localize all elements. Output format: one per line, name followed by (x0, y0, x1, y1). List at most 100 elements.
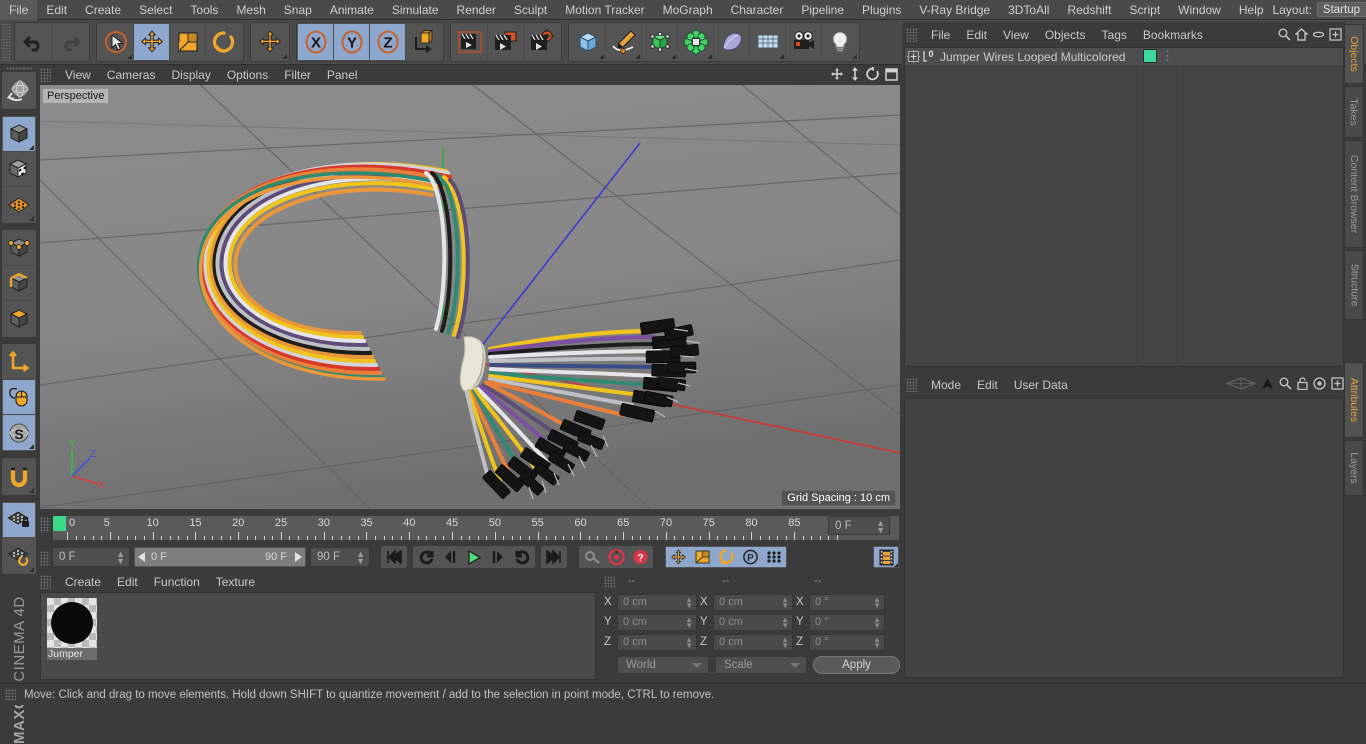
attribute-manager-body[interactable] (904, 398, 1344, 678)
stepper-icon[interactable]: ▲ ▼ (873, 595, 881, 609)
menu-animate[interactable]: Animate (321, 0, 383, 20)
flyout-corner[interactable] (894, 563, 898, 567)
coord-z-size-field[interactable]: 0 cm ▲ ▼ (713, 633, 793, 651)
material-menu-texture[interactable]: Texture (208, 573, 263, 591)
current-frame-field[interactable]: 0 F ▲ ▼ (52, 547, 130, 567)
viewport-menu-options[interactable]: Options (219, 65, 276, 85)
flyout-corner[interactable] (707, 54, 712, 59)
render-view-button[interactable] (452, 24, 488, 60)
maximize-view-icon[interactable] (885, 67, 898, 81)
flyout-corner[interactable] (635, 54, 640, 59)
stepper-icon[interactable]: ▲ ▼ (781, 595, 789, 609)
object-menu-bookmarks[interactable]: Bookmarks (1135, 25, 1211, 45)
record-scale-button[interactable] (690, 547, 714, 567)
plane-icon[interactable] (1226, 377, 1256, 390)
viewport-menu-filter[interactable]: Filter (276, 65, 319, 85)
material-manager-body[interactable]: Jumper (40, 592, 596, 680)
record-pla-button[interactable] (762, 547, 786, 567)
object-menu-tags[interactable]: Tags (1094, 25, 1135, 45)
lock-y-axis[interactable]: Y (334, 24, 370, 60)
menu-window[interactable]: Window (1169, 0, 1230, 20)
lock-icon[interactable] (1297, 377, 1308, 390)
material-menu-function[interactable]: Function (146, 573, 208, 591)
add-scene-object[interactable] (714, 24, 750, 60)
range-right-arrow-icon[interactable] (295, 552, 302, 562)
viewport-menu-panel[interactable]: Panel (319, 65, 366, 85)
add-light[interactable] (822, 24, 858, 60)
stepper-icon[interactable]: ▲ ▼ (356, 550, 365, 566)
object-manager-grip[interactable] (906, 28, 917, 42)
rotate-view-icon[interactable] (866, 67, 880, 81)
search-icon[interactable] (1278, 28, 1291, 41)
live-selection-tool[interactable] (98, 24, 134, 60)
menu-script[interactable]: Script (1120, 0, 1169, 20)
menu-create[interactable]: Create (76, 0, 130, 20)
attribute-menu-mode[interactable]: Mode (923, 375, 969, 395)
toolbar-grip[interactable] (2, 23, 11, 61)
table-row[interactable]: 0 Jumper Wires Looped Multicolored ⋮ (905, 48, 1343, 65)
add-camera[interactable] (786, 24, 822, 60)
null-object-icon[interactable]: 0 (922, 50, 938, 64)
stepper-icon[interactable]: ▲ ▼ (685, 635, 693, 649)
timeline-ruler[interactable]: 051015202530354045505560657075808590 (52, 515, 900, 541)
material-manager-grip[interactable] (40, 575, 51, 589)
coord-z-position-field[interactable]: 0 cm ▲ ▼ (617, 633, 697, 651)
stepper-icon[interactable]: ▲ ▼ (781, 615, 789, 629)
coord-y-size-field[interactable]: 0 cm ▲ ▼ (713, 613, 793, 631)
step-forward-button[interactable] (486, 547, 510, 567)
viewport-solo-button[interactable] (3, 380, 35, 416)
previous-keyframe-button[interactable] (414, 547, 438, 567)
record-active-objects-button[interactable] (604, 547, 628, 567)
stepper-icon[interactable]: ▲ ▼ (781, 635, 789, 649)
object-manager-body[interactable]: 0 Jumper Wires Looped Multicolored ⋮ (904, 47, 1344, 368)
timeline-filmstrip-button[interactable] (874, 547, 898, 567)
stepper-icon[interactable]: ▲ ▼ (876, 519, 885, 535)
planar-workplane-button[interactable] (3, 538, 35, 573)
menu-mesh[interactable]: Mesh (227, 0, 274, 20)
tab-attributes[interactable]: Attributes (1344, 362, 1364, 438)
lock-z-axis[interactable]: Z (370, 24, 406, 60)
edges-mode-button[interactable] (3, 266, 35, 302)
tab-objects[interactable]: Objects (1344, 24, 1364, 84)
flyout-corner[interactable] (599, 54, 604, 59)
menu-file[interactable]: File (0, 0, 38, 20)
flyout-corner[interactable] (29, 444, 34, 450)
redo-button[interactable] (52, 24, 88, 60)
flyout-corner[interactable] (29, 488, 34, 494)
menu-mograph[interactable]: MoGraph (654, 0, 722, 20)
ellipse-icon[interactable] (1312, 28, 1325, 41)
menu-motion-tracker[interactable]: Motion Tracker (556, 0, 653, 20)
viewport-grip[interactable] (40, 68, 51, 82)
coord-y-position-field[interactable]: 0 cm ▲ ▼ (617, 613, 697, 631)
max-frame-field[interactable]: 90 F ▲ ▼ (310, 547, 370, 567)
target-icon[interactable] (1313, 377, 1326, 390)
add-spline-pen[interactable] (606, 24, 642, 60)
apply-button[interactable]: Apply (813, 655, 900, 674)
size-mode-dropdown[interactable]: Scale (715, 655, 808, 674)
material-menu-edit[interactable]: Edit (109, 573, 146, 591)
add-floor-object[interactable] (750, 24, 786, 60)
flyout-corner[interactable] (127, 54, 132, 59)
make-editable-button[interactable] (3, 117, 35, 153)
coord-x-rotation-field[interactable]: 0 ° ▲ ▼ (809, 593, 885, 611)
coord-x-position-field[interactable]: 0 cm ▲ ▼ (617, 593, 697, 611)
flyout-corner[interactable] (29, 567, 34, 573)
viewport-menu-cameras[interactable]: Cameras (99, 65, 164, 85)
record-position-button[interactable] (666, 547, 690, 567)
scale-tool[interactable] (170, 24, 206, 60)
menu-tools[interactable]: Tools (181, 0, 227, 20)
flyout-corner[interactable] (282, 54, 287, 59)
flyout-corner[interactable] (29, 216, 34, 222)
menu-character[interactable]: Character (722, 0, 793, 20)
coordinate-system-dropdown[interactable]: World (617, 655, 710, 674)
enable-axis-modification-button[interactable] (3, 345, 35, 381)
menu-render[interactable]: Render (448, 0, 505, 20)
preview-range-bar[interactable]: 0 F 90 F (134, 547, 306, 567)
attribute-menu-edit[interactable]: Edit (969, 375, 1006, 395)
object-menu-file[interactable]: File (923, 25, 958, 45)
step-back-button[interactable] (438, 547, 462, 567)
search-icon[interactable] (1279, 377, 1292, 390)
stepper-icon[interactable]: ▲ ▼ (873, 615, 881, 629)
menu-help[interactable]: Help (1230, 0, 1273, 20)
menu-edit[interactable]: Edit (37, 0, 76, 20)
